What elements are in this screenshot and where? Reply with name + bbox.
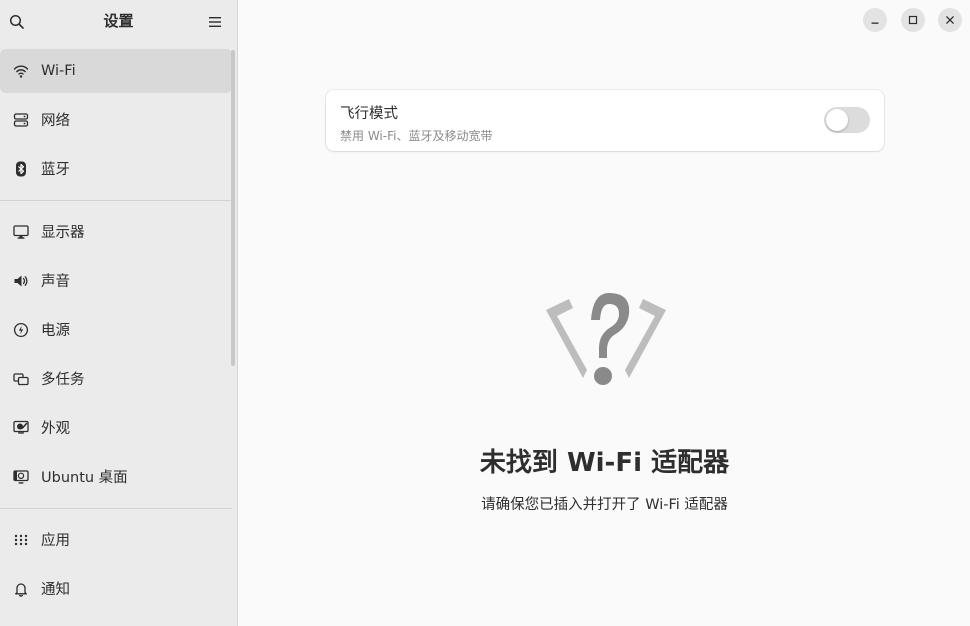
display-icon [13, 224, 29, 240]
minimize-icon [871, 22, 879, 24]
maximize-icon [908, 15, 918, 25]
close-icon [946, 16, 954, 24]
sidebar-item-apps[interactable]: 应用 [0, 515, 232, 564]
sidebar-item-label: Ubuntu 桌面 [41, 470, 128, 486]
sidebar-item-ubuntu-desktop[interactable]: Ubuntu 桌面 [0, 452, 232, 501]
sidebar-item-label: 网络 [41, 113, 70, 129]
airplane-mode-row: 飞行模式 禁用 Wi-Fi、蓝牙及移动宽带 [326, 90, 884, 151]
wifi-unknown-icon [543, 290, 669, 390]
bluetooth-icon [13, 161, 29, 177]
main-content: 飞行模式 禁用 Wi-Fi、蓝牙及移动宽带 未找到 Wi-Fi 适配器 请确保您… [238, 0, 970, 626]
sidebar-item-display[interactable]: 显示器 [0, 207, 232, 256]
minimize-button[interactable] [863, 8, 887, 32]
hamburger-menu-icon [209, 17, 221, 27]
sidebar-separator [0, 508, 232, 509]
bell-icon [13, 581, 29, 597]
wifi-icon [13, 63, 29, 79]
power-icon [13, 322, 29, 338]
sidebar-item-wifi[interactable]: Wi-Fi [0, 49, 232, 93]
empty-state-subtitle: 请确保您已插入并打开了 Wi-Fi 适配器 [481, 497, 728, 513]
sidebar-item-sound[interactable]: 声音 [0, 256, 232, 305]
sidebar-item-label: Wi-Fi [41, 63, 76, 79]
airplane-mode-title: 飞行模式 [340, 106, 398, 122]
sidebar-item-label: 多任务 [41, 372, 85, 388]
sidebar-item-label: 蓝牙 [41, 162, 70, 178]
sidebar-item-bluetooth[interactable]: 蓝牙 [0, 144, 232, 193]
sidebar-header: 设置 [0, 0, 237, 46]
sidebar-item-notifications[interactable]: 通知 [0, 564, 232, 613]
sidebar-item-label: 声音 [41, 274, 70, 290]
sidebar-scrollbar[interactable] [231, 50, 235, 366]
multitasking-icon [13, 371, 29, 387]
sidebar-nav: Wi-Fi 网络 蓝牙 显示器 声音 电源 多任务 外观 Ubuntu 桌面 应… [0, 46, 232, 613]
sidebar-item-label: 应用 [41, 533, 70, 549]
appearance-icon [13, 420, 29, 436]
sidebar-item-power[interactable]: 电源 [0, 305, 232, 354]
sidebar-separator [0, 200, 232, 201]
toggle-knob [826, 109, 848, 131]
sidebar-item-label: 显示器 [41, 225, 85, 241]
close-button[interactable] [938, 8, 962, 32]
sidebar-item-label: 电源 [41, 323, 70, 339]
empty-state-title: 未找到 Wi-Fi 适配器 [479, 448, 730, 478]
sidebar: 设置 Wi-Fi 网络 蓝牙 显示器 声音 电源 多任务 外观 Ubuntu 桌… [0, 0, 238, 626]
airplane-mode-toggle[interactable] [824, 107, 870, 133]
settings-window: 设置 Wi-Fi 网络 蓝牙 显示器 声音 电源 多任务 外观 Ubuntu 桌… [0, 0, 970, 626]
sidebar-item-multitasking[interactable]: 多任务 [0, 354, 232, 403]
apps-grid-icon [13, 532, 29, 548]
sidebar-item-appearance[interactable]: 外观 [0, 403, 232, 452]
sidebar-item-label: 外观 [41, 421, 70, 437]
main-menu-button[interactable] [202, 9, 228, 35]
maximize-button[interactable] [901, 8, 925, 32]
ubuntu-desktop-icon [13, 469, 29, 485]
network-icon [13, 112, 29, 128]
sidebar-item-network[interactable]: 网络 [0, 95, 232, 144]
speaker-icon [13, 273, 29, 289]
sidebar-item-label: 通知 [41, 582, 70, 598]
airplane-mode-subtitle: 禁用 Wi-Fi、蓝牙及移动宽带 [340, 129, 493, 143]
